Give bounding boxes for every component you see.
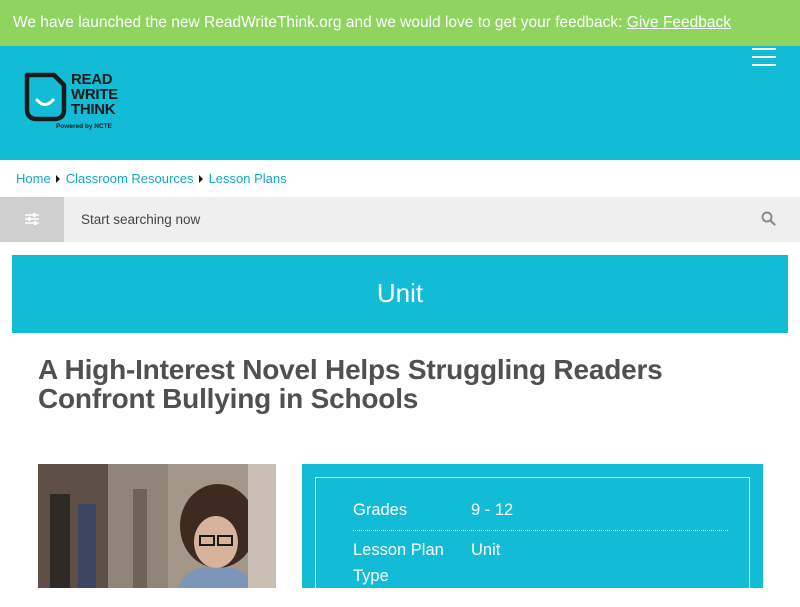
filter-button[interactable]: [0, 197, 64, 242]
sliders-icon: [25, 213, 39, 225]
student-reading-photo: [38, 464, 276, 588]
breadcrumb-home[interactable]: Home: [16, 171, 51, 186]
page-title: A High-Interest Novel Helps Struggling R…: [38, 354, 663, 414]
breadcrumb: Home Classroom Resources Lesson Plans: [16, 171, 287, 186]
lesson-photo: [38, 464, 276, 588]
readwritethink-logo[interactable]: READ WRITE THINK Powered by NCTE: [24, 72, 134, 136]
detail-value[interactable]: 9 - 12: [471, 497, 513, 523]
breadcrumb-classroom-resources[interactable]: Classroom Resources: [66, 171, 194, 186]
details-panel: Grades 9 - 12 Lesson Plan Type Unit: [302, 464, 763, 607]
resource-type-banner: Unit: [12, 255, 788, 333]
detail-key: Grades: [353, 501, 408, 519]
feedback-banner: We have launched the new ReadWriteThink.…: [0, 0, 800, 46]
detail-value[interactable]: Unit: [471, 537, 500, 563]
search-icon[interactable]: [761, 211, 776, 226]
site-header: READ WRITE THINK Powered by NCTE: [0, 46, 800, 160]
logo-tagline: Powered by NCTE: [56, 123, 112, 130]
banner-text: We have launched the new ReadWriteThink.…: [13, 14, 627, 31]
hamburger-icon[interactable]: [752, 48, 778, 68]
search-bar: [0, 197, 800, 242]
chevron-right-icon: [55, 175, 60, 184]
detail-row-grades: Grades 9 - 12: [353, 497, 728, 531]
logo-icon: [24, 72, 67, 122]
search-input[interactable]: [64, 197, 744, 242]
breadcrumb-lesson-plans[interactable]: Lesson Plans: [209, 171, 287, 186]
detail-row-lesson-plan-type: Lesson Plan Type Unit: [353, 537, 728, 597]
chevron-right-icon: [198, 175, 203, 184]
give-feedback-link[interactable]: Give Feedback: [627, 14, 731, 31]
detail-key: Lesson Plan Type: [353, 541, 444, 585]
logo-wordmark: READ WRITE THINK: [71, 71, 118, 118]
